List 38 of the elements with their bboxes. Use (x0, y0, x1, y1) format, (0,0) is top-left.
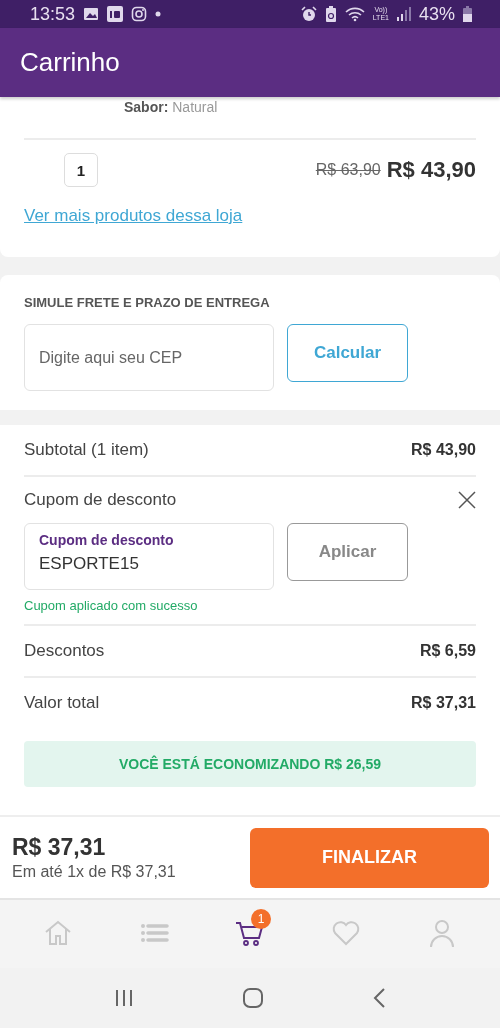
back-icon[interactable] (372, 987, 386, 1009)
subtotal-label: Subtotal (1 item) (24, 440, 149, 460)
recent-apps-icon[interactable] (114, 988, 134, 1008)
coupon-field[interactable]: Cupom de desconto ESPORTE15 (24, 523, 274, 590)
installments-text: Em até 1x de R$ 37,31 (12, 863, 177, 881)
summary-label: Valor total (24, 693, 100, 713)
summary-value: R$ 6,59 (419, 642, 476, 660)
screen-title: Carrinho (20, 47, 120, 78)
close-icon[interactable] (458, 491, 476, 509)
battery-percentage: 43% (418, 3, 455, 25)
summary-label: Descontos (24, 641, 105, 661)
coupon-title: Cupom de desconto (24, 490, 177, 510)
cart-count-badge: 1 (251, 909, 271, 929)
alarm-icon (300, 6, 317, 22)
home-button-icon[interactable] (242, 987, 264, 1009)
old-price: R$ 63,90 (315, 161, 381, 179)
success-message: Cupom aplicado com sucesso (24, 598, 476, 626)
total-price: R$ 37,31 (12, 834, 107, 861)
image-icon (83, 7, 100, 21)
wifi-icon (344, 6, 365, 22)
savings-banner: VOCÊ ESTÁ ECONOMIZANDO R$ 26,59 (24, 741, 476, 787)
battery-saver-icon (324, 6, 337, 22)
subtotal-value: R$ 43,90 (411, 441, 476, 459)
section-title: SIMULE FRETE E PRAZO DE ENTREGA (24, 295, 271, 310)
product-attribute: Sabor: Natural (24, 97, 476, 140)
signal-icon (396, 7, 411, 21)
store-link[interactable]: Ver mais produtos dessa loja (24, 206, 243, 226)
app-icon (107, 6, 124, 22)
battery-icon (463, 6, 472, 22)
checkout-button[interactable]: FINALIZAR (250, 827, 489, 888)
calculate-button[interactable]: Calcular (287, 324, 408, 382)
clock-time: 13:53 (30, 3, 76, 25)
summary-value: R$ 37,31 (411, 694, 476, 712)
product-price: R$ 43,90 (386, 157, 476, 183)
cep-field[interactable]: Digite aqui seu CEP (24, 324, 274, 391)
quantity-field[interactable]: 1 (64, 153, 98, 187)
dot-icon (155, 11, 162, 17)
camera-icon (131, 6, 148, 22)
